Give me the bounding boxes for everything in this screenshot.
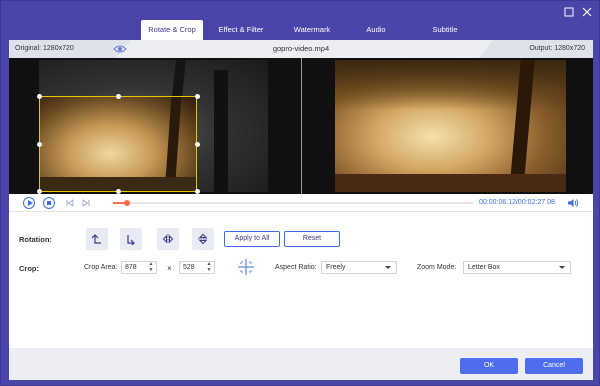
output-resolution: Output: 1280x720 [479, 40, 593, 58]
stop-icon [46, 200, 51, 205]
video-preview-area [9, 58, 593, 194]
chevron-down-icon [385, 266, 391, 269]
crop-height-value: 528 [183, 264, 195, 271]
editor-window: Rotate & Crop Effect & Filter Watermark … [0, 0, 600, 386]
stepper-arrows-icon[interactable]: ▲ ▼ [148, 261, 154, 273]
volume-icon[interactable] [567, 198, 579, 208]
maximize-icon[interactable] [563, 7, 575, 19]
crop-selection-box[interactable] [39, 96, 197, 192]
preview-divider [301, 58, 302, 194]
flip-horizontal-icon [162, 234, 174, 244]
rotation-label: Rotation: [19, 235, 52, 244]
rotate-left-button[interactable] [86, 228, 108, 250]
crop-handle[interactable] [195, 94, 200, 99]
rotate-left-icon [91, 234, 101, 244]
play-icon [27, 200, 33, 206]
crop-handle[interactable] [195, 142, 200, 147]
rotate-right-button[interactable] [120, 228, 142, 250]
aspect-ratio-select[interactable]: Freely [321, 261, 397, 274]
aspect-ratio-value: Freely [326, 264, 346, 271]
progress-knob[interactable] [124, 200, 131, 206]
playback-bar: 00:00:06.12/00:02:27.08 [9, 194, 593, 212]
center-crop-icon[interactable] [237, 258, 255, 276]
next-frame-icon[interactable] [82, 199, 90, 207]
info-bar: gopro-video.mp4 Original: 1280x720 Outpu… [9, 40, 593, 58]
eye-icon[interactable] [113, 44, 127, 54]
tab-rotate-crop[interactable]: Rotate & Crop [141, 20, 203, 40]
crop-width-value: 878 [125, 264, 137, 271]
tab-subtitle[interactable]: Subtitle [407, 20, 483, 40]
tab-watermark[interactable]: Watermark [279, 20, 345, 40]
zoom-mode-select[interactable]: Letter Box [463, 261, 571, 274]
aspect-ratio-label: Aspect Ratio: [275, 264, 317, 271]
stepper-arrows-icon[interactable]: ▲ ▼ [206, 261, 212, 273]
flip-vertical-button[interactable] [192, 228, 214, 250]
apply-to-all-button[interactable]: Apply to All [224, 231, 280, 247]
chevron-down-icon [559, 266, 565, 269]
ok-button[interactable]: OK [460, 358, 518, 374]
time-readout: 00:00:06.12/00:02:27.08 [479, 199, 555, 206]
progress-slider[interactable] [113, 200, 473, 206]
zoom-mode-value: Letter Box [468, 264, 500, 271]
cancel-button[interactable]: Cancel [525, 358, 583, 374]
flip-vertical-icon [198, 233, 208, 245]
stop-button[interactable] [43, 197, 55, 209]
tab-bar: Rotate & Crop Effect & Filter Watermark … [141, 20, 483, 40]
crop-handle[interactable] [37, 94, 42, 99]
rotate-right-icon [127, 235, 135, 245]
title-bar: Rotate & Crop Effect & Filter Watermark … [1, 1, 600, 41]
crop-handle[interactable] [116, 94, 121, 99]
crop-area-label: Crop Area: [84, 264, 118, 271]
close-icon[interactable] [581, 7, 593, 19]
zoom-mode-label: Zoom Mode: [417, 264, 457, 271]
output-video-preview [335, 60, 566, 192]
play-button[interactable] [23, 197, 35, 209]
crop-width-stepper[interactable]: 878 ▲ ▼ [121, 261, 157, 274]
tab-effect-filter[interactable]: Effect & Filter [203, 20, 279, 40]
content-panel: gopro-video.mp4 Original: 1280x720 Outpu… [9, 40, 593, 380]
crop-height-stepper[interactable]: 528 ▲ ▼ [179, 261, 215, 274]
flip-horizontal-button[interactable] [157, 228, 179, 250]
previous-frame-icon[interactable] [66, 199, 74, 207]
crop-label: Crop: [19, 264, 39, 273]
reset-button[interactable]: Reset [284, 231, 340, 247]
crop-handle[interactable] [37, 142, 42, 147]
dialog-footer: OK Cancel [9, 348, 593, 380]
times-sign: × [167, 264, 172, 273]
tab-audio[interactable]: Audio [345, 20, 407, 40]
